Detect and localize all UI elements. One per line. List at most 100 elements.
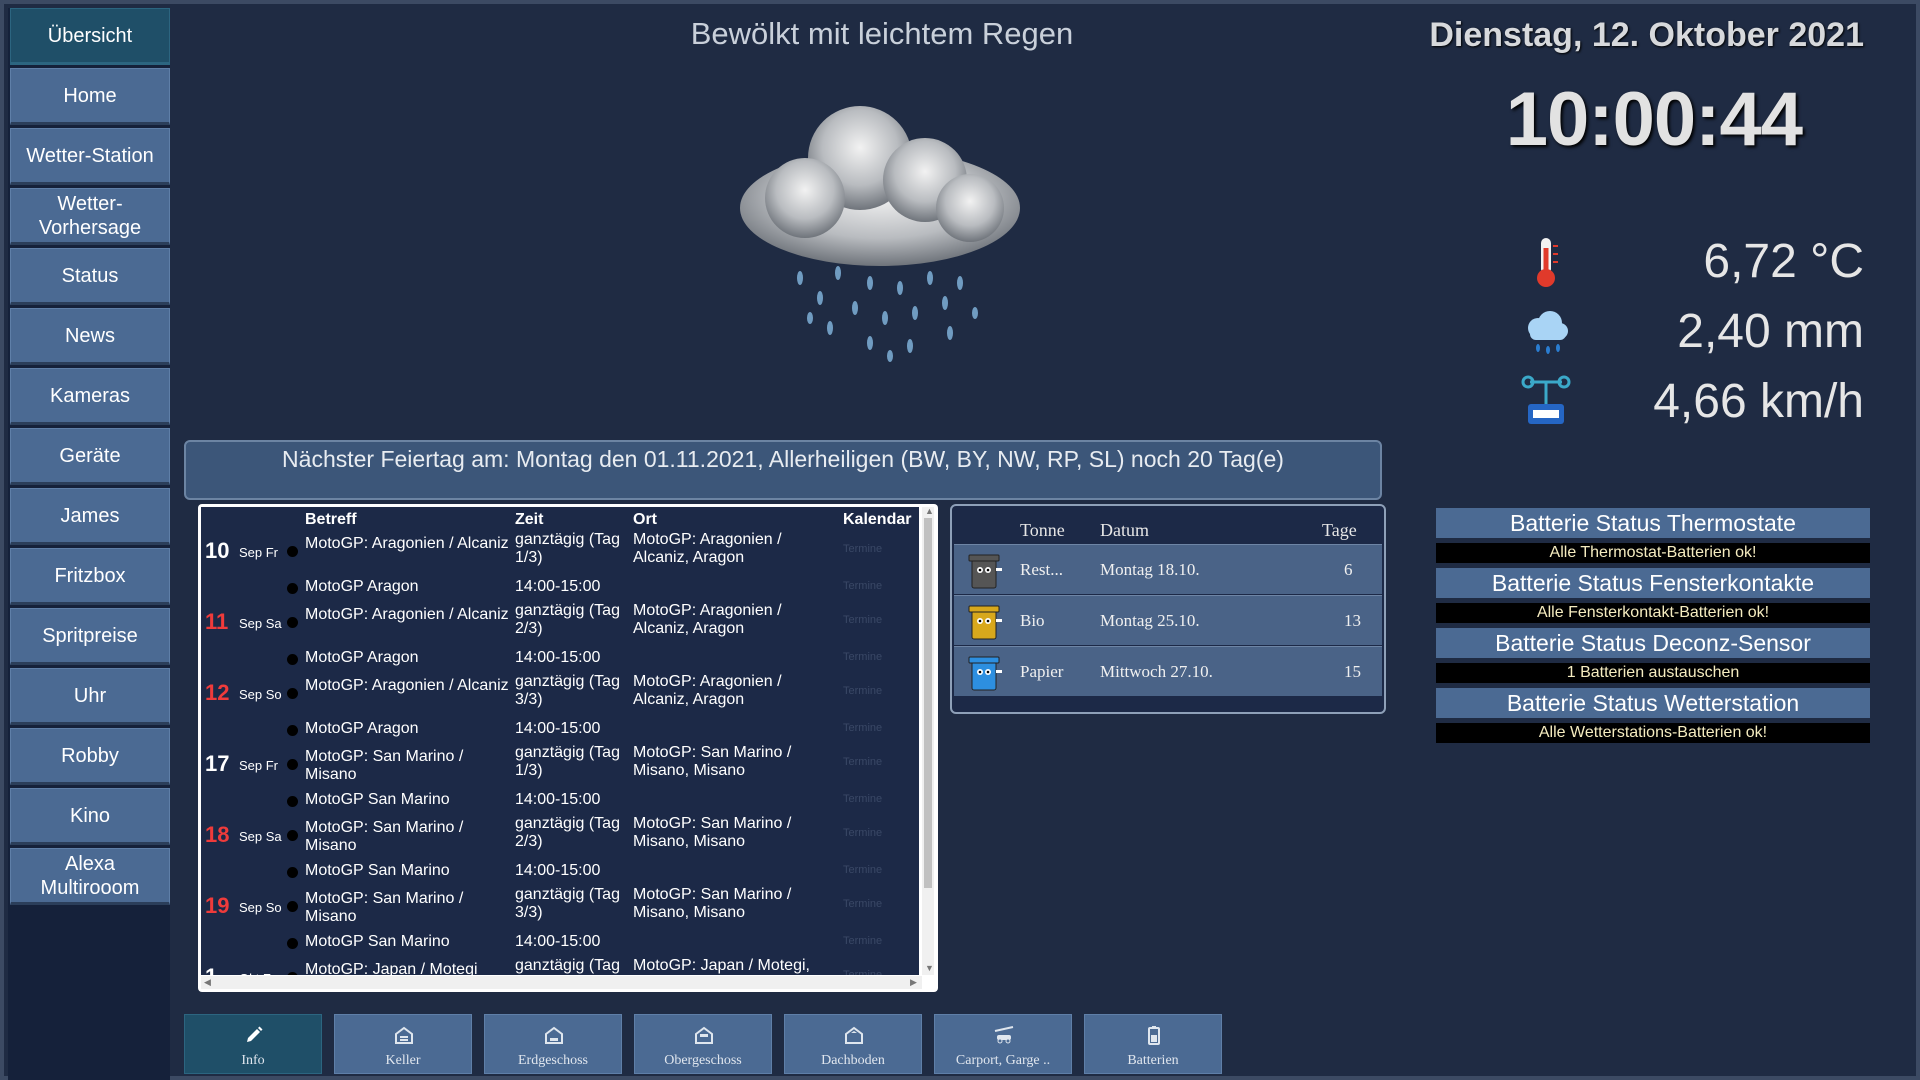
calendar-subject: MotoGP: Aragonien / Alcaniz [305, 535, 509, 552]
calendar-name: Termine [843, 864, 883, 876]
current-time: 10:00:44 [1505, 77, 1803, 162]
trash-header-date: Datum [1100, 520, 1149, 540]
tab-carport-garage[interactable]: Carport, Garge .. [934, 1014, 1072, 1074]
calendar-row[interactable]: MotoGP Aragon 14:00-15:00 Termine [201, 645, 919, 672]
event-bullet-icon [287, 938, 298, 949]
sidebar: Übersicht Home Wetter-Station Wetter-Vor… [8, 8, 170, 1080]
sidebar-item-robby[interactable]: Robby [10, 728, 170, 785]
tab-info[interactable]: Info [184, 1014, 322, 1074]
event-bullet-icon [287, 972, 298, 975]
calendar-time: 14:00-15:00 [515, 649, 601, 666]
calendar-row[interactable]: 11 Sep Sa MotoGP: Aragonien / Alcaniz ganzt… [201, 602, 919, 642]
scroll-right-arrow-icon[interactable]: ▶ [910, 977, 917, 988]
scroll-down-arrow-icon[interactable]: ▼ [925, 963, 934, 973]
calendar-row[interactable]: MotoGP Aragon 14:00-15:00 Termine [201, 574, 919, 601]
calendar-name: Termine [843, 756, 883, 768]
trash-row: Bio Montag 25.10. 13 [954, 595, 1382, 645]
sidebar-item-fritzbox[interactable]: Fritzbox [10, 548, 170, 605]
calendar-place: MotoGP: Aragonien / Alcaniz, Aragon [633, 673, 782, 708]
calendar-time: 14:00-15:00 [515, 578, 601, 595]
calendar-widget[interactable]: Betreff Zeit Ort Kalendar 10 Sep Fr MotoGP… [198, 504, 938, 992]
calendar-day-number: 1 [205, 964, 217, 975]
sidebar-item-label: Uhr [73, 684, 107, 707]
calendar-row[interactable]: MotoGP San Marino 14:00-15:00 Termine [201, 858, 919, 885]
tab-obergeschoss[interactable]: Obergeschoss [634, 1014, 772, 1074]
sidebar-item-kino[interactable]: Kino [10, 788, 170, 845]
calendar-place: MotoGP: Aragonien / Alcaniz, Aragon [633, 531, 782, 566]
pencil-icon [247, 1026, 263, 1042]
tab-batterien[interactable]: Batterien [1084, 1014, 1222, 1074]
event-bullet-icon [287, 654, 298, 665]
battery-thermostats-title: Batterie Status Thermostate [1436, 508, 1870, 538]
sidebar-item-james[interactable]: James [10, 488, 170, 545]
calendar-time: ganztägig (Tag 3/3) [515, 673, 620, 708]
calendar-row[interactable]: MotoGP San Marino 14:00-15:00 Termine [201, 929, 919, 956]
sidebar-item-label: James [60, 504, 120, 527]
sidebar-item-uebersicht[interactable]: Übersicht [10, 8, 170, 65]
calendar-name: Termine [843, 580, 883, 592]
calendar-day-number: 11 [205, 609, 229, 634]
calendar-row[interactable]: 17 Sep Fr MotoGP: San Marino / Misano ganzt… [201, 744, 919, 784]
temperature-value: 6,72 °C [1703, 235, 1864, 288]
sidebar-item-label: Geräte [59, 444, 121, 467]
trash-bin-name: Bio [1020, 611, 1045, 630]
calendar-row[interactable]: 12 Sep So MotoGP: Aragonien / Alcaniz ganzt… [201, 673, 919, 713]
calendar-time: ganztägig (Tag 1/3) [515, 957, 620, 974]
calendar-name: Termine [843, 793, 883, 805]
trash-bin-icon [968, 554, 1002, 589]
sidebar-item-label: News [64, 324, 115, 347]
calendar-name: Termine [843, 543, 883, 555]
tab-erdgeschoss[interactable]: Erdgeschoss [484, 1014, 622, 1074]
main-area: Bewölkt mit leichtem Regen Dienstag, 12.… [180, 8, 1920, 1080]
calendar-row[interactable]: 1 Okt Fr MotoGP: Japan / Motegi ganztägig (… [201, 957, 919, 975]
scroll-up-arrow-icon[interactable]: ▲ [925, 506, 934, 516]
calendar-time: 14:00-15:00 [515, 862, 601, 879]
calendar-place: MotoGP: San Marino / Misano, Misano [633, 815, 792, 850]
calendar-time: ganztägig (Tag 1/3) [515, 744, 620, 779]
tab-label: Obergeschoss [664, 1053, 742, 1068]
sidebar-item-kameras[interactable]: Kameras [10, 368, 170, 425]
calendar-place: MotoGP: Aragonien / Alcaniz, Aragon [633, 602, 782, 637]
trash-bin-icon [968, 656, 1002, 691]
holiday-text: Nächster Feiertag am: Montag den 01.11.2… [282, 446, 1284, 472]
calendar-subject: MotoGP San Marino [305, 791, 450, 808]
wind-value: 4,66 km/h [1653, 375, 1864, 428]
trash-days-left: 6 [1344, 560, 1353, 579]
sidebar-item-spritpreise[interactable]: Spritpreise [10, 608, 170, 665]
tab-label: Info [241, 1053, 265, 1068]
scroll-left-arrow-icon[interactable]: ◀ [204, 977, 211, 988]
tab-keller[interactable]: Keller [334, 1014, 472, 1074]
calendar-place: MotoGP: Japan / Motegi, Motegi [633, 957, 810, 974]
trash-bin-name: Rest... [1020, 560, 1063, 579]
calendar-place: MotoGP: San Marino / Misano, Misano [633, 886, 792, 921]
calendar-subject: MotoGP Aragon [305, 578, 419, 595]
sidebar-item-home[interactable]: Home [10, 68, 170, 125]
calendar-row[interactable]: 18 Sep Sa MotoGP: San Marino / Misano ganzt… [201, 815, 919, 855]
calendar-name: Termine [843, 685, 883, 697]
sidebar-item-geraete[interactable]: Geräte [10, 428, 170, 485]
calendar-row[interactable]: 10 Sep Fr MotoGP: Aragonien / Alcaniz ganzt… [201, 531, 919, 571]
sidebar-item-news[interactable]: News [10, 308, 170, 365]
sidebar-item-wetter-station[interactable]: Wetter-Station [10, 128, 170, 185]
calendar-subject: MotoGP San Marino [305, 933, 450, 950]
car-icon [994, 1026, 1014, 1044]
trash-bin-icon [968, 605, 1002, 640]
sidebar-item-status[interactable]: Status [10, 248, 170, 305]
calendar-name: Termine [843, 722, 883, 734]
calendar-row[interactable]: 19 Sep So MotoGP: San Marino / Misano ganzt… [201, 886, 919, 926]
sidebar-item-alexa-multiroom[interactable]: Alexa Multirooom [10, 848, 170, 905]
calendar-horizontal-scrollbar[interactable] [201, 976, 922, 989]
calendar-subject: MotoGP: San Marino / Misano [305, 748, 464, 783]
event-bullet-icon [287, 796, 298, 807]
calendar-name: Termine [843, 614, 883, 626]
tab-dachboden[interactable]: Dachboden [784, 1014, 922, 1074]
calendar-subject: MotoGP: Aragonien / Alcaniz [305, 606, 509, 623]
sidebar-item-uhr[interactable]: Uhr [10, 668, 170, 725]
sidebar-item-wetter-vorhersage[interactable]: Wetter-Vorhersage [10, 188, 170, 245]
trash-row: Rest... Montag 18.10. 6 [954, 544, 1382, 594]
calendar-table[interactable]: Betreff Zeit Ort Kalendar 10 Sep Fr MotoGP… [201, 507, 919, 975]
calendar-scroll-thumb[interactable] [924, 518, 932, 888]
calendar-day-number: 17 [205, 751, 230, 776]
calendar-row[interactable]: MotoGP Aragon 14:00-15:00 Termine [201, 716, 919, 743]
calendar-row[interactable]: MotoGP San Marino 14:00-15:00 Termine [201, 787, 919, 814]
